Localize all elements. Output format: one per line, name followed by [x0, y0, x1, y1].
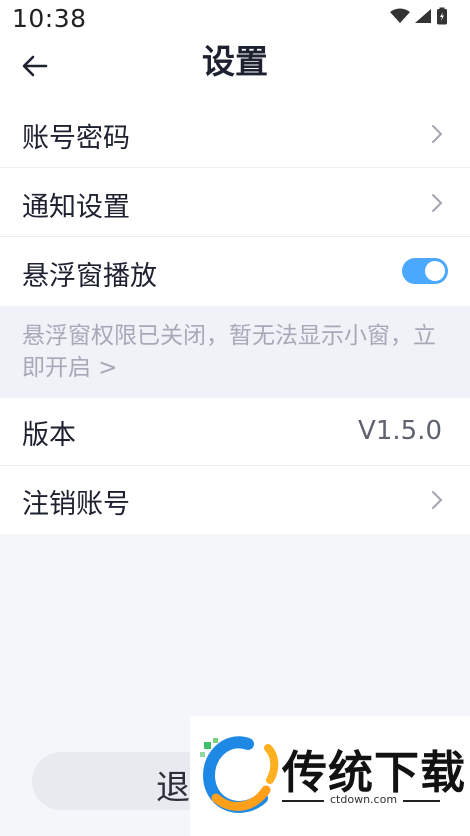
account-password-item[interactable]: 账号密码	[0, 100, 470, 168]
watermark-brand: 传统下载	[282, 746, 467, 799]
cancel-account-label: 注销账号	[22, 489, 130, 520]
notification-settings-item[interactable]: 通知设置	[0, 168, 470, 237]
version-value: V1.5.0	[358, 416, 442, 446]
notification-settings-label: 通知设置	[22, 192, 130, 223]
chevron-right-icon	[432, 125, 443, 143]
floating-window-label: 悬浮窗播放	[22, 261, 157, 292]
logout-label: 退	[156, 768, 190, 808]
status-bar: 10:38	[0, 0, 470, 40]
floating-permission-notice[interactable]: 悬浮窗权限已关闭，暂无法显示小窗，立即开启 >	[0, 306, 470, 398]
chevron-right-icon	[432, 491, 443, 509]
cancel-account-item[interactable]: 注销账号	[0, 466, 470, 534]
version-item: 版本 V1.5.0	[0, 398, 470, 466]
status-time: 10:38	[12, 4, 87, 33]
version-label: 版本	[22, 420, 76, 451]
floating-window-item: 悬浮窗播放	[0, 237, 470, 306]
signal-icon	[415, 9, 431, 23]
toggle-knob	[425, 261, 445, 281]
watermark-domain: ctdown.com	[324, 793, 404, 806]
watermark: 传统下载 ctdown.com	[190, 716, 470, 836]
wifi-icon	[390, 8, 410, 23]
page-title: 设置	[202, 42, 268, 81]
account-password-label: 账号密码	[22, 123, 130, 154]
chevron-right-icon	[432, 194, 443, 212]
status-icons	[390, 7, 448, 25]
ctdown-logo	[200, 736, 279, 813]
battery-icon	[437, 7, 447, 25]
header: 设置	[0, 40, 470, 100]
floating-permission-text: 悬浮窗权限已关闭，暂无法显示小窗，立即开启 >	[22, 323, 436, 381]
floating-window-toggle[interactable]	[402, 258, 448, 284]
